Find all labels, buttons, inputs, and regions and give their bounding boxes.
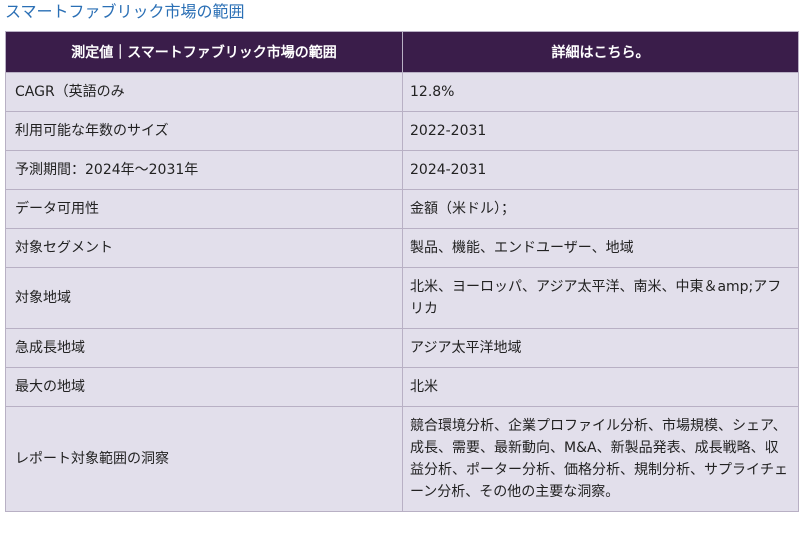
header-details: 詳細はこちら。 (402, 31, 799, 73)
table-row: 急成長地域 アジア太平洋地域 (5, 328, 799, 368)
row-value: 競合環境分析、企業プロファイル分析、市場規模、シェア、成長、需要、最新動向、M&… (402, 406, 799, 512)
table-header-row: 測定値｜スマートファブリック市場の範囲 詳細はこちら。 (5, 31, 799, 73)
row-label: 最大の地域 (5, 367, 403, 407)
row-label: CAGR（英語のみ (5, 72, 403, 112)
row-value: アジア太平洋地域 (402, 328, 799, 368)
header-measure: 測定値｜スマートファブリック市場の範囲 (5, 31, 403, 73)
row-value: 12.8% (402, 72, 799, 112)
market-scope-table: 測定値｜スマートファブリック市場の範囲 詳細はこちら。 CAGR（英語のみ 12… (5, 31, 799, 512)
row-label: 対象セグメント (5, 228, 403, 268)
row-label: レポート対象範囲の洞察 (5, 406, 403, 512)
row-label: 利用可能な年数のサイズ (5, 111, 403, 151)
row-value: 北米、ヨーロッパ、アジア太平洋、南米、中東＆amp;アフリカ (402, 267, 799, 329)
table-row: データ可用性 金額（米ドル）； (5, 189, 799, 229)
page-title: スマートファブリック市場の範囲 (5, 2, 245, 21)
table-row: 予測期間：2024年～2031年 2024-2031 (5, 150, 799, 190)
row-value: 2024-2031 (402, 150, 799, 190)
table-row: CAGR（英語のみ 12.8% (5, 72, 799, 112)
table-row: レポート対象範囲の洞察 競合環境分析、企業プロファイル分析、市場規模、シェア、成… (5, 406, 799, 512)
row-label: 予測期間：2024年～2031年 (5, 150, 403, 190)
table-row: 最大の地域 北米 (5, 367, 799, 407)
table-row: 利用可能な年数のサイズ 2022-2031 (5, 111, 799, 151)
row-label: 急成長地域 (5, 328, 403, 368)
row-value: 北米 (402, 367, 799, 407)
row-label: 対象地域 (5, 267, 403, 329)
table-row: 対象地域 北米、ヨーロッパ、アジア太平洋、南米、中東＆amp;アフリカ (5, 267, 799, 329)
row-value: 製品、機能、エンドユーザー、地域 (402, 228, 799, 268)
row-label: データ可用性 (5, 189, 403, 229)
row-value: 金額（米ドル）； (402, 189, 799, 229)
row-value: 2022-2031 (402, 111, 799, 151)
table-row: 対象セグメント 製品、機能、エンドユーザー、地域 (5, 228, 799, 268)
